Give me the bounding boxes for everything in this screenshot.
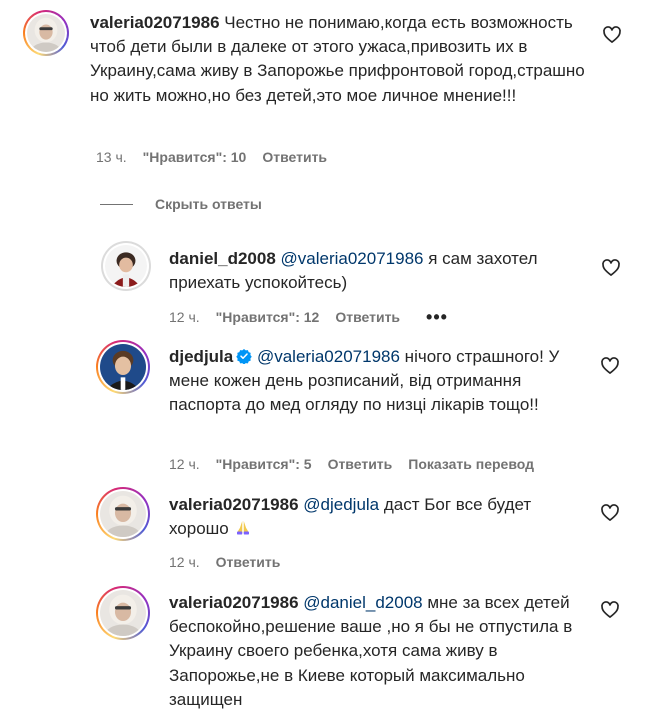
likes-count[interactable]: "Нравится": 12 xyxy=(216,309,320,325)
comment-text: valeria02071986 @daniel_d2008 мне за все… xyxy=(169,591,594,712)
hide-replies-label: Скрыть ответы xyxy=(155,196,262,212)
comment-meta: 12 ч. "Нравится": 5 Ответить Показать пе… xyxy=(169,456,534,472)
comment-username[interactable]: valeria02071986 xyxy=(169,593,299,612)
comment-time: 12 ч. xyxy=(169,554,200,570)
reply-button[interactable]: Ответить xyxy=(335,309,400,325)
like-heart-icon[interactable] xyxy=(600,356,620,376)
comment-meta: 12 ч. "Нравится": 12 Ответить ••• xyxy=(169,308,448,326)
like-heart-icon[interactable] xyxy=(600,503,620,523)
praying-hands-emoji-icon xyxy=(236,521,249,535)
comment-text: valeria02071986 Честно не понимаю,когда … xyxy=(90,11,600,108)
comment-username[interactable]: valeria02071986 xyxy=(90,13,220,32)
avatar-valeria[interactable] xyxy=(96,586,150,640)
divider-line xyxy=(100,203,133,205)
like-heart-icon[interactable] xyxy=(601,258,621,278)
show-translation-button[interactable]: Показать перевод xyxy=(408,456,534,472)
avatar-valeria[interactable] xyxy=(23,10,69,56)
reply-button[interactable]: Ответить xyxy=(328,456,393,472)
comment-mention[interactable]: @djedjula xyxy=(303,495,379,514)
likes-count[interactable]: "Нравится": 10 xyxy=(143,149,247,165)
likes-count[interactable]: "Нравится": 5 xyxy=(216,456,312,472)
comment-mention[interactable]: @valeria02071986 xyxy=(281,249,424,268)
comment-meta: 12 ч. Ответить xyxy=(169,554,280,570)
more-options-icon[interactable]: ••• xyxy=(426,308,448,326)
verified-badge-icon xyxy=(236,349,252,364)
like-heart-icon[interactable] xyxy=(600,600,620,620)
comment-time: 12 ч. xyxy=(169,456,200,472)
comment-mention[interactable]: @valeria02071986 xyxy=(257,347,400,366)
avatar-djedjula[interactable] xyxy=(96,340,150,394)
reply-button[interactable]: Ответить xyxy=(216,554,281,570)
comment-time: 12 ч. xyxy=(169,309,200,325)
reply-button[interactable]: Ответить xyxy=(262,149,327,165)
hide-replies-button[interactable]: Скрыть ответы xyxy=(100,196,262,212)
comment-time: 13 ч. xyxy=(96,149,127,165)
comment-text: daniel_d2008 @valeria02071986 я сам захо… xyxy=(169,247,599,295)
comment-username[interactable]: valeria02071986 xyxy=(169,495,299,514)
avatar-daniel[interactable] xyxy=(101,241,151,291)
avatar-valeria[interactable] xyxy=(96,487,150,541)
comment-username[interactable]: daniel_d2008 xyxy=(169,249,276,268)
like-heart-icon[interactable] xyxy=(602,25,622,45)
comment-text: djedjula @valeria02071986 нічого страшно… xyxy=(169,345,589,418)
comment-meta: 13 ч. "Нравится": 10 Ответить xyxy=(96,149,327,165)
comment-text: valeria02071986 @djedjula даст Бог все б… xyxy=(169,493,589,541)
comment-username[interactable]: djedjula xyxy=(169,347,233,366)
comment-mention[interactable]: @daniel_d2008 xyxy=(303,593,422,612)
